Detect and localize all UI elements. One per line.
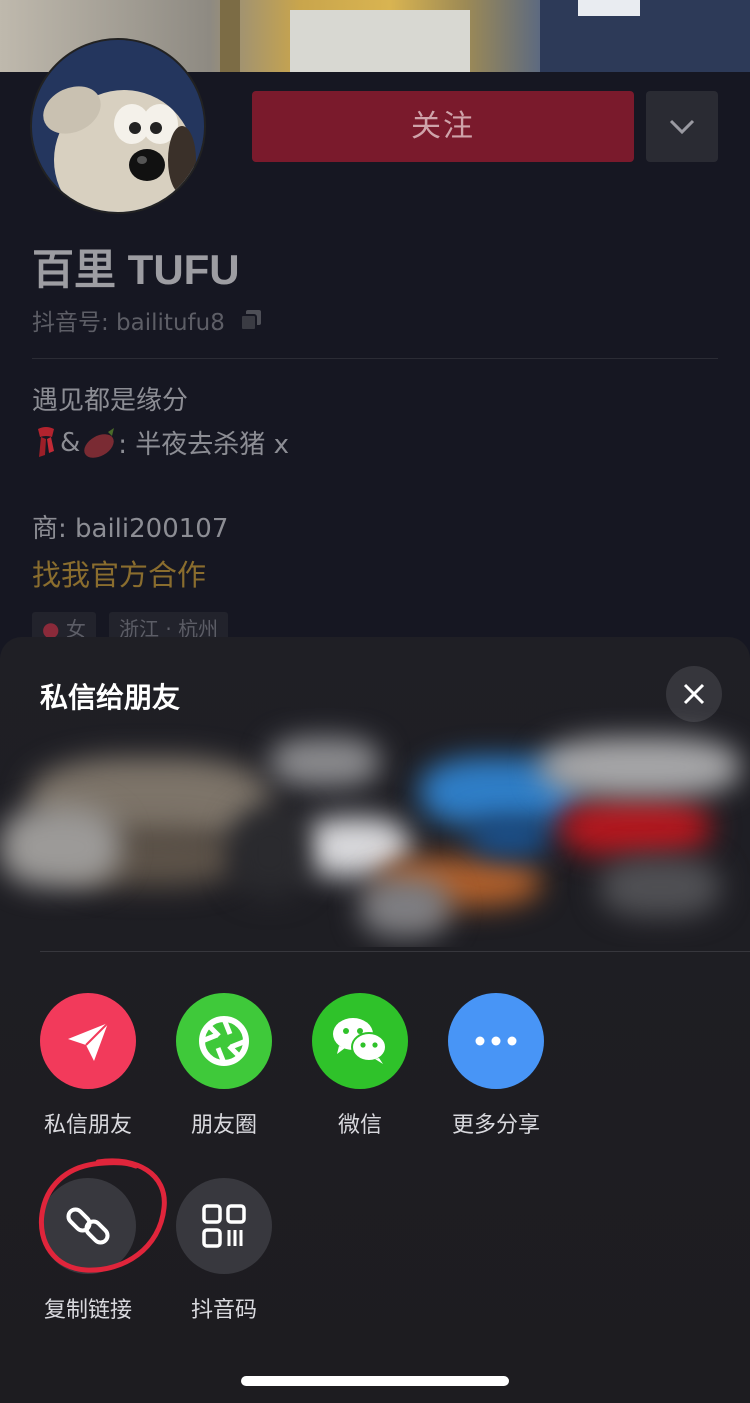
douyin-code[interactable]: 抖音码 bbox=[154, 1178, 294, 1324]
home-indicator bbox=[241, 1376, 509, 1386]
bio-prefix: & bbox=[60, 427, 81, 458]
annotation-circle bbox=[38, 1158, 167, 1273]
share-sheet-divider bbox=[40, 951, 750, 952]
more-dots-icon bbox=[475, 1036, 517, 1046]
bio-line: & : 半夜去杀猪 x bbox=[32, 424, 289, 461]
share-wechat[interactable]: 微信 bbox=[290, 993, 430, 1139]
avatar[interactable] bbox=[30, 38, 206, 214]
profile-more-button[interactable] bbox=[646, 91, 718, 162]
close-icon bbox=[683, 683, 705, 705]
share-label: 更多分享 bbox=[451, 1113, 540, 1138]
cover-sign bbox=[578, 0, 640, 16]
share-label: 私信朋友 bbox=[43, 1113, 132, 1138]
share-sheet: 私信给朋友 私信朋友 朋友圈 微信 更多分享 复制链接 抖音码 bbox=[0, 637, 750, 1403]
official-cooperation-link[interactable]: 找我官方合作 bbox=[32, 552, 206, 594]
share-moments-circle[interactable] bbox=[176, 993, 272, 1089]
chevron-down-icon bbox=[669, 119, 695, 134]
share-private-message[interactable]: 私信朋友 bbox=[18, 993, 158, 1139]
aperture-icon bbox=[199, 1016, 249, 1066]
paper-plane-icon bbox=[68, 1022, 109, 1061]
share-label: 微信 bbox=[337, 1113, 382, 1138]
bio-line: 商: baili200107 bbox=[32, 514, 229, 544]
share-label: 朋友圈 bbox=[190, 1113, 257, 1138]
share-wechat-circle[interactable] bbox=[312, 993, 408, 1089]
douyin-id-text: 抖音号: bailitufu8 bbox=[32, 310, 225, 336]
share-more-circle[interactable] bbox=[448, 993, 544, 1089]
bio-line: 遇见都是缘分 bbox=[32, 386, 189, 416]
profile-divider bbox=[32, 358, 718, 359]
share-label: 复制链接 bbox=[43, 1298, 132, 1323]
douyin-code-circle[interactable] bbox=[176, 1178, 272, 1274]
profile-nickname: 百里 TUFU bbox=[32, 246, 240, 293]
sweet-potato-emoji-icon bbox=[84, 427, 115, 458]
share-private-message-circle[interactable] bbox=[40, 993, 136, 1089]
douyin-id: 抖音号: bailitufu8 bbox=[32, 303, 263, 337]
bio-text: : 半夜去杀猪 x bbox=[118, 430, 289, 460]
qr-code-icon bbox=[202, 1204, 246, 1248]
share-label: 抖音码 bbox=[190, 1298, 257, 1323]
share-more[interactable]: 更多分享 bbox=[426, 993, 566, 1139]
follow-button[interactable]: 关注 bbox=[252, 91, 634, 162]
friends-list-redacted[interactable] bbox=[0, 707, 750, 947]
scarf-emoji-icon bbox=[38, 426, 54, 457]
copy-icon[interactable] bbox=[239, 308, 263, 332]
wechat-icon bbox=[333, 1018, 387, 1064]
share-moments[interactable]: 朋友圈 bbox=[154, 993, 294, 1139]
